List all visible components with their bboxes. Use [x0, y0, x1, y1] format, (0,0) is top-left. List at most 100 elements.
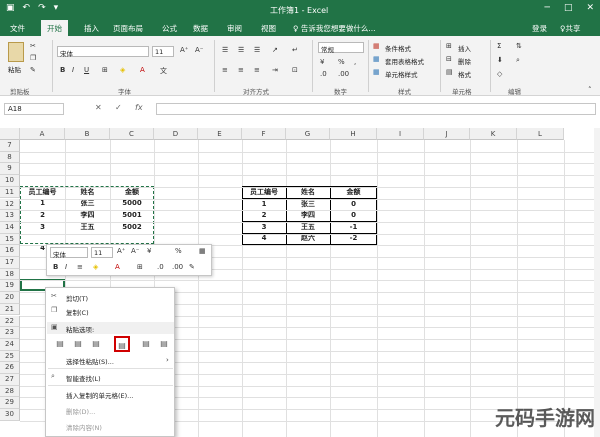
font-color-icon[interactable]: A [140, 66, 145, 74]
tab-data[interactable]: 数据 [193, 23, 208, 34]
table2-cell[interactable]: 3 [242, 222, 286, 233]
table2-cell[interactable]: 1 [242, 199, 286, 210]
table2-cell[interactable]: 0 [330, 199, 377, 210]
column-header[interactable]: H [330, 128, 377, 140]
table1-cell[interactable]: 1 [20, 198, 65, 209]
paste-icon[interactable] [8, 42, 24, 62]
percent-icon[interactable]: % [175, 247, 182, 255]
bold-icon[interactable]: B [53, 263, 58, 271]
table1-header[interactable]: 金额 [110, 187, 154, 198]
row-header[interactable]: 23 [0, 327, 20, 339]
align-left-icon[interactable]: ≡ [222, 66, 228, 74]
table2-cell[interactable]: 王五 [286, 222, 330, 233]
table1-cell[interactable]: 王五 [65, 222, 110, 233]
font-size-select[interactable]: 11 [152, 46, 174, 57]
vertical-scrollbar[interactable] [594, 128, 600, 437]
column-header[interactable]: D [154, 128, 198, 140]
row-header[interactable]: 11 [0, 186, 20, 199]
row-header[interactable]: 10 [0, 175, 20, 187]
row-header[interactable]: 7 [0, 140, 20, 152]
orientation-icon[interactable]: ↗ [272, 46, 278, 54]
save-icon[interactable]: ▣ [6, 3, 15, 13]
share-button[interactable]: ♀共享 [560, 23, 581, 34]
row-header[interactable]: 19 [0, 280, 20, 293]
mini-size-select[interactable]: 11 [91, 247, 113, 258]
column-header[interactable]: I [377, 128, 424, 140]
format-painter-icon[interactable]: ✎ [189, 263, 195, 271]
table1-cell[interactable]: 5001 [110, 210, 154, 221]
row-header[interactable]: 13 [0, 210, 20, 222]
delete-cells-button[interactable]: 删除 [458, 56, 471, 66]
tab-view[interactable]: 视图 [261, 23, 276, 34]
percent-icon[interactable]: % [338, 58, 345, 66]
table2-header[interactable]: 姓名 [286, 187, 330, 198]
column-header[interactable]: B [65, 128, 110, 140]
table1-cell[interactable]: 2 [20, 210, 65, 221]
paste-link-icon[interactable]: ▤ [156, 336, 172, 352]
align-bottom-icon[interactable]: ☰ [254, 46, 260, 54]
row-header[interactable]: 16 [0, 245, 20, 257]
decrease-decimal-icon[interactable]: .00 [172, 263, 183, 271]
column-header[interactable]: F [242, 128, 286, 140]
name-box[interactable]: A18 [4, 103, 64, 115]
menu-copy[interactable]: 复制(C) [66, 307, 89, 317]
table1-header[interactable]: 员工编号 [20, 187, 65, 198]
column-header[interactable]: K [470, 128, 517, 140]
conditional-format-icon[interactable]: ▦ [373, 42, 380, 50]
tab-home[interactable]: 开始 [41, 20, 68, 36]
find-select-icon[interactable]: ⌕ [516, 56, 520, 65]
underline-icon[interactable]: U [84, 66, 89, 74]
cell-style-button[interactable]: 单元格样式 [385, 69, 418, 79]
wrap-text-icon[interactable]: ↵ [292, 46, 298, 54]
paste-formulas-icon[interactable]: ▤ [88, 336, 104, 352]
row-header[interactable]: 29 [0, 397, 20, 410]
increase-decimal-icon[interactable]: .0 [320, 70, 327, 78]
merge-center-icon[interactable]: ⊡ [292, 66, 298, 74]
row-header[interactable]: 21 [0, 303, 20, 316]
login-link[interactable]: 登录 [532, 23, 547, 34]
increase-font-icon[interactable]: A⁺ [117, 247, 125, 255]
undo-icon[interactable]: ↶ [23, 3, 31, 13]
row-header[interactable]: 9 [0, 163, 20, 176]
italic-icon[interactable]: I [65, 263, 67, 271]
menu-paste-special[interactable]: 选择性粘贴(S)... [66, 356, 114, 366]
tab-review[interactable]: 审阅 [227, 23, 242, 34]
paste-formatting-icon[interactable]: ▤ [138, 336, 154, 352]
table2-cell[interactable]: -1 [330, 222, 377, 233]
format-painter-icon[interactable]: ✎ [30, 66, 36, 74]
cell-style-icon[interactable]: ▦ [373, 68, 380, 76]
column-header[interactable]: J [424, 128, 470, 140]
border-icon[interactable]: ⊞ [137, 263, 143, 271]
align-middle-icon[interactable]: ☰ [238, 46, 244, 54]
tab-formulas[interactable]: 公式 [162, 23, 177, 34]
paste-icon[interactable]: ▤ [52, 336, 68, 352]
format-cells-button[interactable]: 格式 [458, 69, 471, 79]
table2-cell[interactable]: 赵六 [286, 233, 330, 244]
table2-cell[interactable]: 张三 [286, 199, 330, 210]
table2-cell[interactable]: -2 [330, 233, 377, 244]
sort-filter-icon[interactable]: ⇅ [516, 42, 522, 50]
table-format-icon[interactable]: ▦ [373, 55, 380, 63]
function-icon[interactable]: fx [135, 103, 143, 112]
table2-cell[interactable]: 4 [242, 233, 286, 244]
fill-color-icon[interactable]: ◈ [93, 263, 98, 271]
indent-icon[interactable]: ⇥ [272, 66, 278, 74]
mini-font-select[interactable]: 宋体 [50, 247, 88, 259]
select-all-corner[interactable] [0, 128, 20, 140]
row-header[interactable]: 27 [0, 374, 20, 386]
delete-cells-icon[interactable]: ⊟ [446, 55, 452, 63]
redo-icon[interactable]: ↷ [38, 3, 46, 13]
bold-icon[interactable]: B [60, 66, 65, 74]
table1-cell[interactable]: 张三 [65, 198, 110, 209]
column-header[interactable]: G [286, 128, 330, 140]
menu-clear-contents[interactable]: 清除内容(N) [66, 422, 102, 432]
decrease-decimal-icon[interactable]: .00 [338, 70, 349, 78]
tab-page-layout[interactable]: 页面布局 [113, 23, 143, 34]
row-header[interactable]: 15 [0, 233, 20, 246]
row-header[interactable]: 17 [0, 257, 20, 269]
tab-insert[interactable]: 插入 [84, 23, 99, 34]
increase-decimal-icon[interactable]: .0 [157, 263, 164, 271]
align-icon[interactable]: ≡ [77, 263, 83, 271]
font-name-select[interactable]: 宋体 [57, 46, 149, 58]
confirm-icon[interactable]: ✓ [115, 103, 122, 112]
